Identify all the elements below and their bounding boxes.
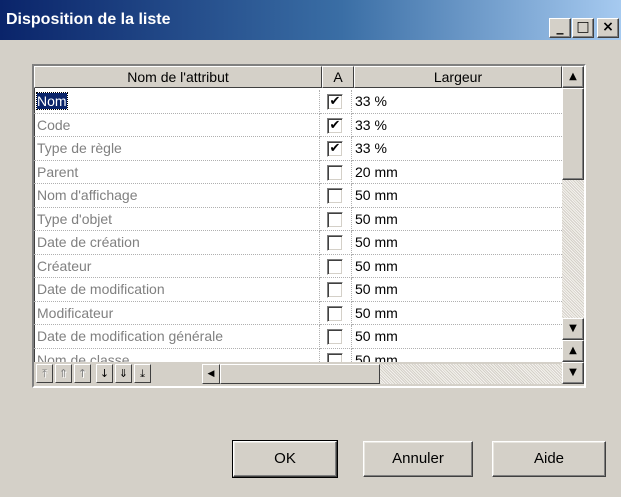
width-cell[interactable]: 50 mm bbox=[352, 325, 580, 349]
minimize-button[interactable]: _ bbox=[549, 18, 571, 38]
attribute-name-cell[interactable]: Créateur bbox=[34, 254, 320, 278]
grid-rows: Nom ✔ 33 % Code ✔ 33 % Type de règle ✔ 3… bbox=[34, 90, 580, 372]
visible-checkbox[interactable] bbox=[327, 211, 343, 228]
attribute-name-cell[interactable]: Type de règle bbox=[34, 137, 320, 161]
table-row[interactable]: Date de création 50 mm bbox=[34, 231, 580, 255]
scroll-left-arrow-icon[interactable]: ◀ bbox=[202, 364, 220, 384]
visible-checkbox-cell bbox=[320, 301, 352, 325]
column-header-width[interactable]: Largeur bbox=[354, 66, 562, 88]
move-page-up-icon[interactable]: ⇑ bbox=[55, 364, 72, 383]
table-row[interactable]: Modificateur 50 mm bbox=[34, 301, 580, 325]
width-cell[interactable]: 33 % bbox=[352, 113, 580, 137]
vertical-scroll-thumb[interactable] bbox=[562, 88, 584, 180]
move-page-down-icon[interactable]: ⇓ bbox=[115, 364, 132, 383]
horizontal-scrollbar[interactable]: ◀ ▶ bbox=[202, 364, 582, 384]
ok-button[interactable]: OK bbox=[232, 440, 338, 478]
attribute-name-cell[interactable]: Type d'objet bbox=[34, 207, 320, 231]
visible-checkbox-cell bbox=[320, 325, 352, 349]
visible-checkbox[interactable] bbox=[327, 329, 343, 345]
attribute-name-cell[interactable]: Parent bbox=[34, 160, 320, 184]
visible-checkbox[interactable]: ✔ bbox=[327, 117, 343, 134]
page-down-arrow-icon[interactable]: ▼ bbox=[562, 362, 584, 384]
visible-checkbox[interactable] bbox=[327, 258, 343, 275]
attribute-name-cell[interactable]: Nom bbox=[34, 90, 320, 114]
window-title: Disposition de la liste bbox=[6, 11, 171, 28]
width-cell[interactable]: 50 mm bbox=[352, 207, 580, 231]
width-cell[interactable]: 20 mm bbox=[352, 160, 580, 184]
column-header-attribute-name[interactable]: Nom de l'attribut bbox=[34, 66, 322, 88]
close-button[interactable]: × bbox=[597, 18, 619, 38]
table-row[interactable]: Type de règle ✔ 33 % bbox=[34, 137, 580, 161]
grid-toolbar: ⤒ ⇑ ↑ ↓ ⇓ ⤓ ◀ ▶ bbox=[34, 362, 584, 386]
visible-checkbox-cell bbox=[320, 231, 352, 255]
column-header-a[interactable]: A bbox=[322, 66, 354, 88]
cancel-button[interactable]: Annuler bbox=[363, 441, 473, 477]
visible-checkbox[interactable]: ✔ bbox=[327, 141, 343, 157]
visible-checkbox-cell bbox=[320, 278, 352, 302]
attribute-name-cell[interactable]: Modificateur bbox=[34, 301, 320, 325]
width-cell[interactable]: 50 mm bbox=[352, 184, 580, 208]
width-cell[interactable]: 50 mm bbox=[352, 254, 580, 278]
scroll-up-arrow-icon[interactable]: ▲ bbox=[562, 66, 584, 88]
table-row[interactable]: Parent 20 mm bbox=[34, 160, 580, 184]
visible-checkbox[interactable] bbox=[327, 235, 343, 251]
visible-checkbox-cell: ✔ bbox=[320, 113, 352, 137]
help-button[interactable]: Aide bbox=[492, 441, 606, 477]
visible-checkbox-cell bbox=[320, 207, 352, 231]
visible-checkbox[interactable] bbox=[327, 305, 343, 322]
visible-checkbox-cell: ✔ bbox=[320, 137, 352, 161]
page-up-arrow-icon[interactable]: ▲ bbox=[562, 340, 584, 362]
visible-checkbox-cell bbox=[320, 254, 352, 278]
visible-checkbox-cell bbox=[320, 184, 352, 208]
title-bar[interactable]: Disposition de la liste _ □ × bbox=[0, 0, 621, 40]
maximize-button[interactable]: □ bbox=[572, 18, 594, 38]
scroll-down-arrow-icon[interactable]: ▼ bbox=[562, 318, 584, 340]
width-cell[interactable]: 50 mm bbox=[352, 231, 580, 255]
width-cell[interactable]: 33 % bbox=[352, 137, 580, 161]
attribute-name-cell[interactable]: Nom d'affichage bbox=[34, 184, 320, 208]
attribute-name-cell[interactable]: Date de modification bbox=[34, 278, 320, 302]
width-cell[interactable]: 50 mm bbox=[352, 301, 580, 325]
width-cell[interactable]: 50 mm bbox=[352, 278, 580, 302]
vertical-scrollbar[interactable]: ▲ ▼ ▲ bbox=[562, 66, 584, 362]
move-up-icon[interactable]: ↑ bbox=[74, 364, 91, 383]
table-row[interactable]: Code ✔ 33 % bbox=[34, 113, 580, 137]
table-row[interactable]: Date de modification générale 50 mm bbox=[34, 325, 580, 349]
horizontal-scroll-thumb[interactable] bbox=[220, 364, 380, 384]
visible-checkbox[interactable] bbox=[327, 282, 343, 298]
visible-checkbox[interactable]: ✔ bbox=[327, 94, 343, 110]
attribute-list-grid[interactable]: Nom de l'attribut A Largeur Nom ✔ 33 % C… bbox=[32, 64, 586, 388]
width-cell[interactable]: 33 % bbox=[352, 90, 580, 114]
move-down-icon[interactable]: ↓ bbox=[96, 364, 113, 383]
visible-checkbox-cell bbox=[320, 160, 352, 184]
table-row[interactable]: Date de modification 50 mm bbox=[34, 278, 580, 302]
attribute-name-cell[interactable]: Date de création bbox=[34, 231, 320, 255]
table-row[interactable]: Créateur 50 mm bbox=[34, 254, 580, 278]
visible-checkbox-cell: ✔ bbox=[320, 90, 352, 114]
move-to-top-icon[interactable]: ⤒ bbox=[36, 364, 53, 383]
attribute-name-cell[interactable]: Date de modification générale bbox=[34, 325, 320, 349]
visible-checkbox[interactable] bbox=[327, 188, 343, 204]
table-row[interactable]: Nom ✔ 33 % bbox=[34, 90, 580, 114]
table-row[interactable]: Type d'objet 50 mm bbox=[34, 207, 580, 231]
table-row[interactable]: Nom d'affichage 50 mm bbox=[34, 184, 580, 208]
dialog-window: Disposition de la liste _ □ × Nom de l'a… bbox=[0, 0, 621, 497]
move-to-bottom-icon[interactable]: ⤓ bbox=[134, 364, 151, 383]
attribute-name-cell[interactable]: Code bbox=[34, 113, 320, 137]
visible-checkbox[interactable] bbox=[327, 164, 343, 181]
